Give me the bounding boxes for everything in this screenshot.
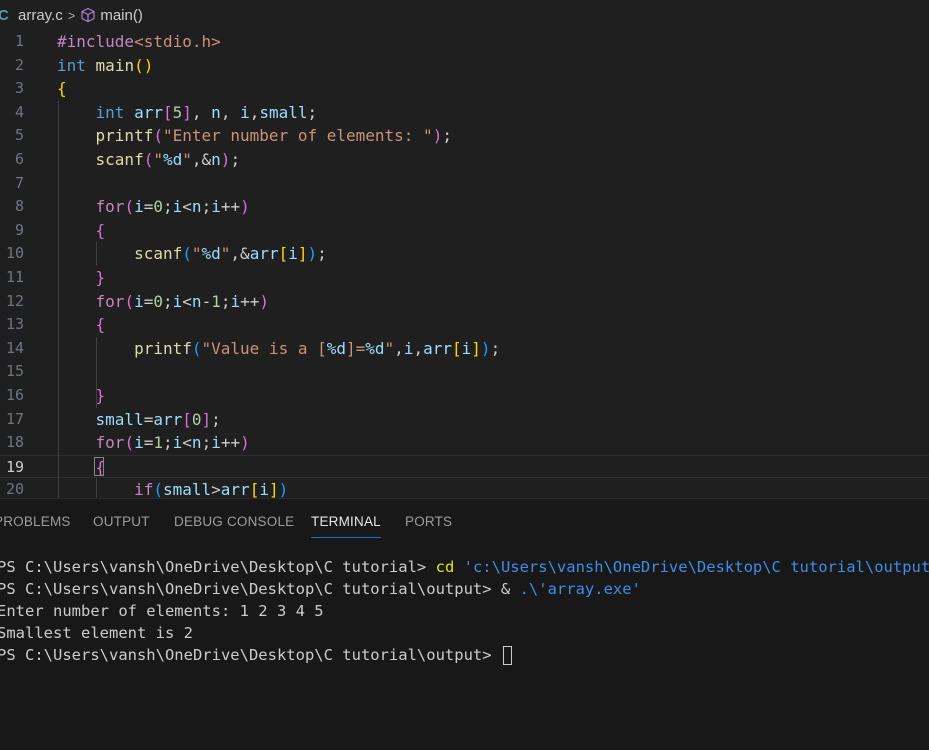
code-line[interactable]: 14 printf("Value is a [%d]=%d",i,arr[i])… (0, 337, 929, 361)
line-number: 5 (14, 126, 24, 145)
line-number: 13 (5, 315, 24, 334)
line-number: 8 (14, 197, 24, 216)
code-line[interactable]: 17 small=arr[0]; (0, 408, 929, 432)
cube-icon (80, 7, 96, 23)
terminal-prompt-line[interactable]: PS C:\Users\vansh\OneDrive\Desktop\C tut… (0, 644, 512, 666)
indent-guide (96, 242, 97, 266)
code-line[interactable]: 2 int main() (0, 54, 929, 78)
code-line[interactable]: 6 scanf("%d",&n); (0, 148, 929, 172)
code-text: for(i=0;i<n;i++) (95, 197, 250, 217)
code-text: for(i=0;i<n-1;i++) (95, 291, 270, 311)
breadcrumb-file[interactable]: array.c (18, 7, 63, 24)
code-editor[interactable]: 1 #include<stdio.h> 2 int main() 3{4 int arr… (0, 30, 929, 498)
indent-guide (58, 100, 59, 498)
terminal-line: PS C:\Users\vansh\OneDrive\Desktop\C tut… (0, 558, 929, 576)
code-text: small=arr[0]; (95, 409, 221, 429)
tab-problems[interactable]: PROBLEMS (0, 514, 71, 529)
code-line[interactable]: 15 (0, 360, 929, 384)
line-number: 7 (14, 173, 24, 192)
breadcrumb-separator: > (67, 7, 76, 23)
tab-output[interactable]: OUTPUT (93, 514, 150, 529)
code-text: int main() (57, 55, 154, 75)
line-number: 15 (5, 362, 24, 381)
code-text: #include<stdio.h> (57, 32, 221, 51)
tab-ports[interactable]: PORTS (405, 514, 452, 529)
code-line[interactable]: 13 { (0, 313, 929, 337)
code-line[interactable]: 8 for(i=0;i<n;i++) (0, 195, 929, 219)
code-line[interactable]: 12 for(i=0;i<n-1;i++) (0, 290, 929, 314)
code-line[interactable]: 19 { (0, 454, 929, 479)
code-line[interactable]: 10 scanf("%d",&arr[i]); (0, 242, 929, 266)
line-number: 6 (14, 150, 24, 168)
code-text: } (95, 268, 106, 287)
line-number: 9 (14, 220, 24, 239)
code-line[interactable]: 16 } (0, 384, 929, 408)
code-text: { (95, 315, 106, 335)
terminal-cursor (502, 646, 512, 665)
terminal-line: Enter number of elements: 1 2 3 4 5 (0, 602, 324, 620)
breadcrumb-symbol[interactable]: main() (100, 7, 143, 24)
code-text: { (95, 220, 106, 240)
code-line[interactable]: 5 printf("Enter number of elements: "); (0, 124, 929, 148)
panel-tabs: PROBLEMS OUTPUT DEBUG CONSOLE TERMINAL PORTS (0, 499, 929, 545)
code-text: printf("Value is a [%d]=%d",i,arr[i]); (134, 338, 501, 358)
line-number: 16 (5, 386, 24, 404)
line-number: 12 (5, 291, 24, 310)
breadcrumb: C array.c > main() (0, 0, 929, 30)
indent-guide (96, 478, 97, 498)
code-text: scanf("%d",&n); (95, 150, 241, 169)
terminal-line: Smallest element is 2 (0, 624, 193, 642)
line-number: 14 (5, 338, 24, 357)
code-line[interactable]: 9 { (0, 219, 929, 243)
code-text: int arr[5], n, i,small; (95, 102, 318, 122)
line-number: 10 (5, 244, 24, 263)
code-line[interactable]: 1 #include<stdio.h> (0, 30, 929, 54)
bottom-panel: PROBLEMS OUTPUT DEBUG CONSOLE TERMINAL PORTS… (0, 498, 929, 750)
tab-terminal[interactable]: TERMINAL (311, 514, 381, 538)
code-line[interactable]: 11 } (0, 266, 929, 290)
code-text: for(i=1;i<n;i++) (95, 433, 250, 453)
code-line[interactable]: 4 int arr[5], n, i,small; (0, 101, 929, 125)
line-number: 19 (5, 457, 24, 476)
line-number: 17 (5, 409, 24, 428)
line-number: 3 (14, 79, 24, 98)
code-line[interactable]: 20 if(small>arr[i]) (0, 478, 929, 498)
code-text: printf("Enter number of elements: "); (95, 126, 452, 146)
c-file-icon: C (0, 6, 9, 24)
code-line[interactable]: 7 (0, 172, 929, 196)
code-text: { (57, 79, 67, 99)
line-number: 2 (14, 55, 24, 74)
indent-guide (96, 336, 97, 408)
code-line[interactable]: 3{ (0, 77, 929, 101)
line-number: 11 (5, 268, 24, 286)
line-number: 20 (5, 480, 24, 498)
line-number: 18 (5, 433, 24, 452)
line-number: 1 (14, 32, 24, 50)
code-text: } (95, 386, 106, 405)
code-text: if(small>arr[i]) (134, 480, 289, 498)
code-line[interactable]: 18 for(i=1;i<n;i++) (0, 431, 929, 455)
tab-debug-console[interactable]: DEBUG CONSOLE (174, 514, 294, 529)
code-text: scanf("%d",&arr[i]); (134, 244, 327, 264)
bracket-match-highlight (94, 456, 104, 476)
terminal-line: PS C:\Users\vansh\OneDrive\Desktop\C tut… (0, 580, 641, 598)
line-number: 4 (14, 102, 24, 121)
